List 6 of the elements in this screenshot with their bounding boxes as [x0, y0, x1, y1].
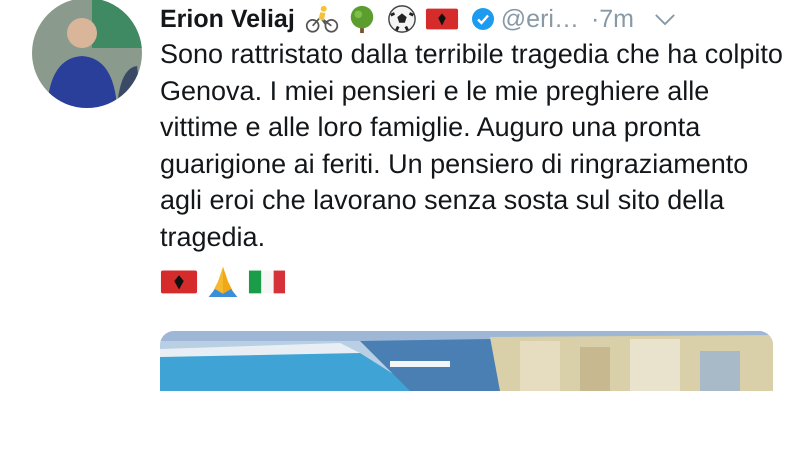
user-handle[interactable]: @eri… [500, 4, 579, 34]
cyclist-icon [304, 4, 339, 34]
tweet-time[interactable]: ·7m [590, 4, 634, 34]
user-name[interactable]: Erion Veliaj [160, 4, 295, 34]
chevron-down-icon[interactable] [654, 12, 676, 26]
tweet-text: Sono rattristato dalla terribile tragedia che ha colpito Genova. I miei pensieri e le mie preghiere alle vittime e alle loro famiglie. Auguro una pronta guarigione ai feriti. Un pensiero di ringraziamento agli eroi che lavorano senza sosta sul sito della tragedia. [160, 38, 784, 254]
